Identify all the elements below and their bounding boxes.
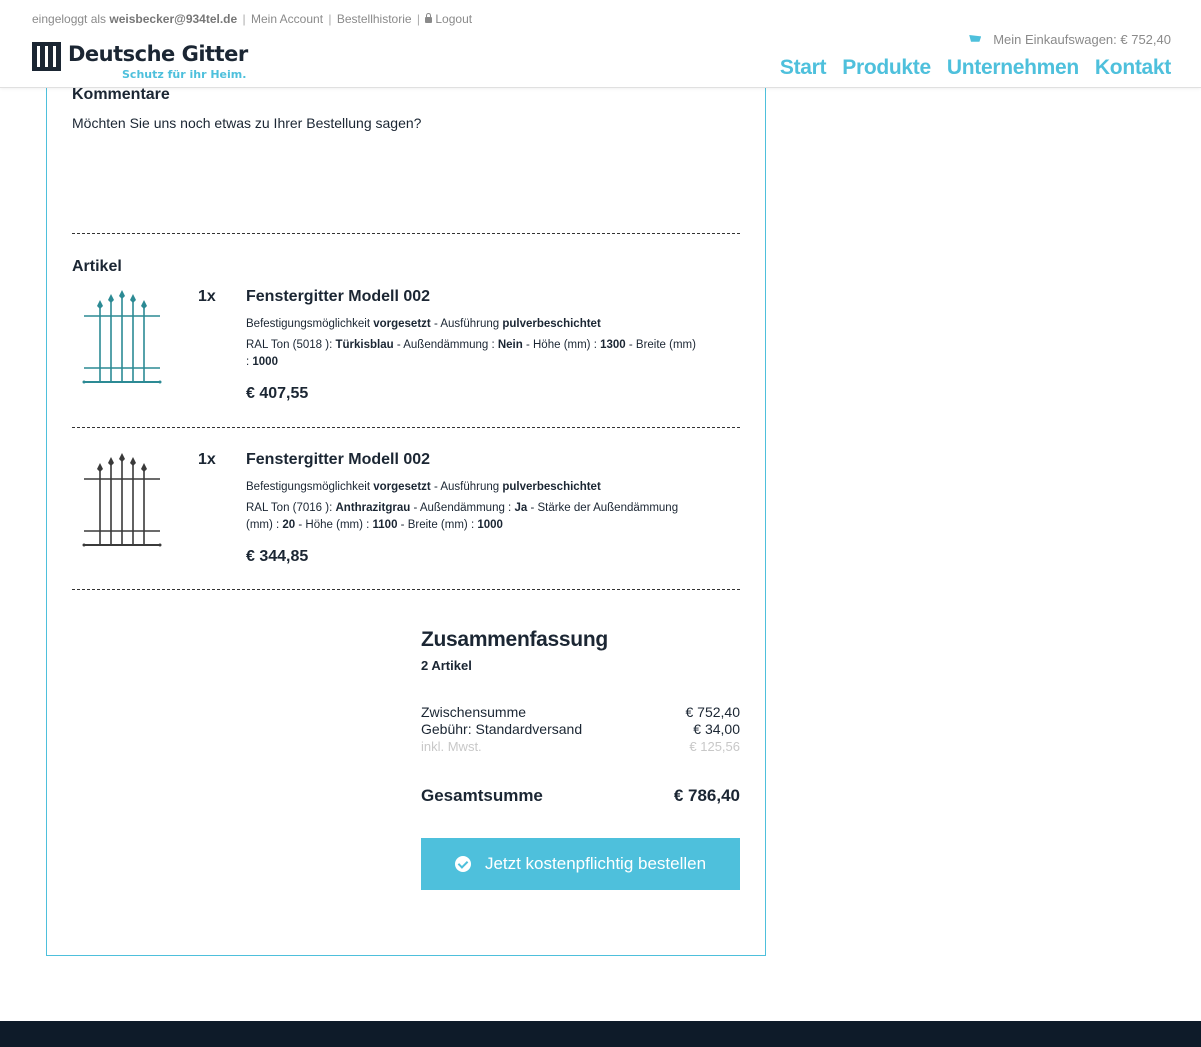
articles-title: Artikel [72,258,122,275]
subtotal-row: Zwischensumme € 752,40 [421,704,740,720]
check-circle-icon [454,856,471,872]
cart-icon [969,35,982,42]
cart-item: 1x Fenstergitter Modell 002 Befestigungs… [72,286,740,426]
item-price: € 407,55 [246,385,309,402]
site-header: eingeloggt als weisbecker@934tel.de | Me… [0,0,1201,88]
logo-slogan: Schutz für ihr Heim. [122,68,247,81]
logged-in-label: eingeloggt als [32,12,107,26]
logout-label: Logout [435,12,473,26]
separator: | [328,12,332,26]
item-options-line1: Befestigungsmöglichkeit vorgesetzt - Aus… [246,318,601,330]
cart-item: 1x Fenstergitter Modell 002 Befestigungs… [72,449,740,589]
divider [72,589,740,590]
item-options: Befestigungsmöglichkeit vorgesetzt - Aus… [246,479,696,534]
tax-row: inkl. Mwst. € 125,56 [421,739,740,754]
item-quantity: 1x [198,288,216,305]
item-name: Fenstergitter Modell 002 [246,288,431,305]
summary-count: 2 Artikel [421,658,472,673]
total-value: € 786,40 [673,786,740,805]
item-name: Fenstergitter Modell 002 [246,451,431,468]
tax-label: inkl. Mwst. [421,739,482,754]
comments-input[interactable] [72,138,740,226]
nav-unternehmen[interactable]: Unternehmen [947,56,1079,80]
fee-label: Gebühr: Standardversand [421,721,583,737]
fee-value: € 34,00 [693,721,740,737]
subtotal-value: € 752,40 [685,704,741,720]
lock-icon [425,13,433,23]
item-options-line2: RAL Ton (5018 ): Türkisblau - Außendämmu… [246,339,696,368]
divider [72,427,740,428]
divider [72,233,740,234]
grille-image [82,453,162,547]
separator: | [242,12,246,26]
comments-title: Kommentare [72,86,170,103]
grille-image [82,290,162,384]
tax-value: € 125,56 [689,739,740,754]
site-logo[interactable]: Deutsche Gitter Schutz für ihr Heim. [32,40,248,84]
comments-question: Möchten Sie uns noch etwas zu Ihrer Best… [72,115,422,131]
summary-title: Zusammenfassung [421,628,608,651]
item-options-line2: RAL Ton (7016 ): Anthrazitgrau - Außendä… [246,502,679,531]
subtotal-label: Zwischensumme [421,704,527,720]
order-history-link[interactable]: Bestellhistorie [337,12,412,26]
nav-start[interactable]: Start [780,56,827,80]
logo-icon [32,42,61,71]
place-order-label: Jetzt kostenpflichtig bestellen [484,854,707,873]
my-account-link[interactable]: Mein Account [251,12,323,26]
logout-link[interactable]: Logout [425,12,472,26]
logo-name: Deutsche Gitter [68,42,248,66]
separator: | [416,12,421,26]
nav-produkte[interactable]: Produkte [842,56,931,80]
user-email: weisbecker@934tel.de [109,12,238,26]
item-options: Befestigungsmöglichkeit vorgesetzt - Aus… [246,316,696,371]
fee-row: Gebühr: Standardversand € 34,00 [421,721,740,737]
item-options-line1: Befestigungsmöglichkeit vorgesetzt - Aus… [246,481,601,493]
place-order-button[interactable]: Jetzt kostenpflichtig bestellen [421,838,740,890]
cart-link[interactable]: Mein Einkaufswagen: € 752,40 [969,32,1171,47]
item-quantity: 1x [198,451,216,468]
item-price: € 344,85 [246,548,309,565]
main-nav: Start Produkte Unternehmen Kontakt [780,56,1171,80]
nav-kontakt[interactable]: Kontakt [1095,56,1171,80]
order-summary: Zusammenfassung 2 Artikel Zwischensumme … [421,628,740,890]
total-label: Gesamtsumme [421,786,543,805]
cart-label: Mein Einkaufswagen: € 752,40 [993,32,1171,47]
site-footer [0,1021,1201,1047]
user-bar: eingeloggt als weisbecker@934tel.de | Me… [32,12,472,26]
total-row: Gesamtsumme € 786,40 [421,786,740,806]
